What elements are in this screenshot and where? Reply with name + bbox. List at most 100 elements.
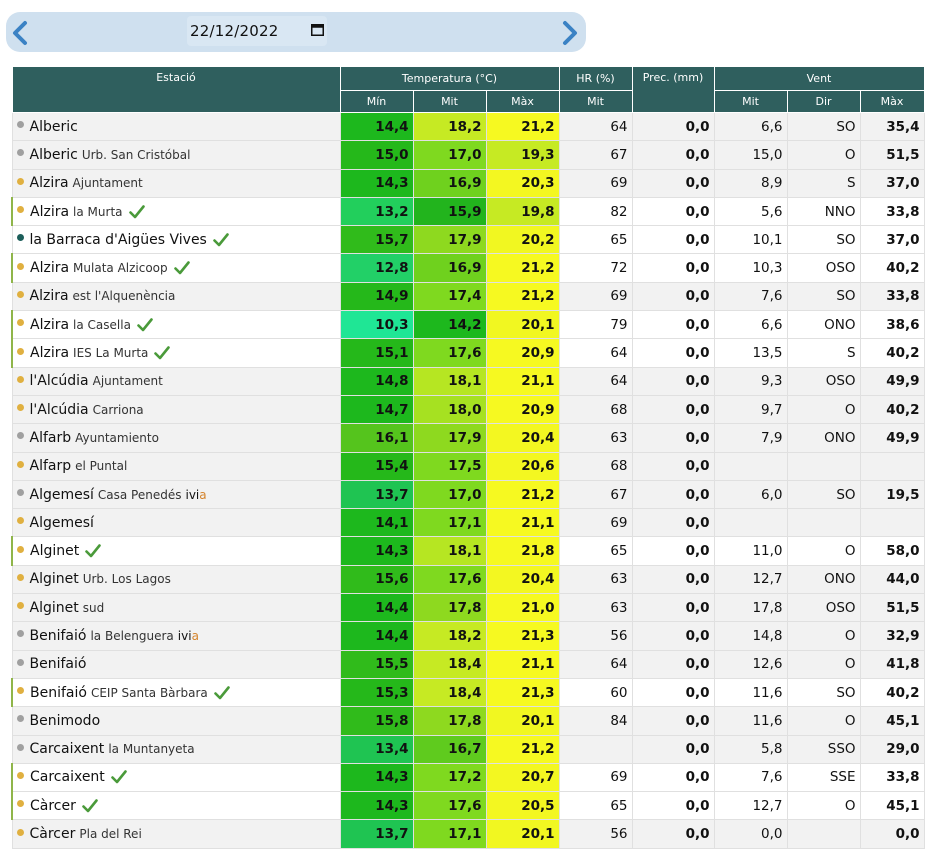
ivia-logo: ivia <box>185 487 207 502</box>
header-hr-mit[interactable]: Mit <box>558 90 633 113</box>
temp-min-cell: 14,8 <box>339 366 414 396</box>
station-cell[interactable]: Alginet Urb. Los Lagos <box>11 564 341 595</box>
station-name[interactable]: Algemesí <box>30 487 94 503</box>
station-cell[interactable]: Algemesí <box>11 508 341 538</box>
station-cell[interactable]: Benimodo <box>11 706 341 736</box>
header-temp-max[interactable]: Màx <box>485 90 560 113</box>
checkmark-icon <box>82 798 98 813</box>
header-temp-mit[interactable]: Mit <box>412 90 487 113</box>
station-name[interactable]: Alberic <box>30 119 78 135</box>
prec-cell: 0,0 <box>631 564 715 595</box>
header-estacio[interactable]: Estació <box>11 66 341 113</box>
station-name[interactable]: Alzira <box>30 288 69 304</box>
station-cell[interactable]: Alzira Mulata Alzicoop <box>11 253 341 283</box>
header-prec[interactable]: Prec. (mm) <box>631 66 715 113</box>
station-sublocation: Carriona <box>92 402 144 417</box>
station-name[interactable]: Benimodo <box>30 713 101 729</box>
date-input[interactable]: 22/12/2022 <box>187 16 327 46</box>
header-temp-min[interactable]: Mín <box>339 90 414 113</box>
station-cell[interactable]: Càrcer Pla del Rei <box>11 819 341 849</box>
chevron-right-icon[interactable] <box>556 20 582 46</box>
station-name[interactable]: Alfarb <box>30 430 72 446</box>
hr-cell: 63 <box>558 423 633 453</box>
station-name[interactable]: Alginet <box>30 600 79 616</box>
station-name[interactable]: Carcaixent <box>30 769 105 785</box>
wind-dir-cell: ONO <box>786 564 861 595</box>
station-cell[interactable]: Càrcer <box>11 791 341 821</box>
station-cell[interactable]: Benifaió la Belenguera ivia <box>11 621 341 651</box>
wind-dir-cell: SO <box>786 677 861 708</box>
status-dot-icon <box>16 630 24 638</box>
station-name[interactable]: Càrcer <box>30 826 76 842</box>
station-name[interactable]: l'Alcúdia <box>30 373 89 389</box>
station-cell[interactable]: l'Alcúdia Ajuntament <box>11 366 341 396</box>
wind-max-cell: 49,9 <box>859 366 925 396</box>
prec-cell: 0,0 <box>631 281 715 312</box>
wind-mit-cell: 12,7 <box>713 564 788 595</box>
table-row: Alginet 14,3 18,1 21,8 65 0,0 11,0 O 58,0 <box>11 536 925 566</box>
station-cell[interactable]: la Barraca d'Aigües Vives <box>11 225 341 255</box>
station-name[interactable]: Algemesí <box>30 515 94 531</box>
station-cell[interactable]: Carcaixent <box>11 762 341 793</box>
wind-mit-cell: 6,6 <box>713 310 788 340</box>
station-cell[interactable]: Algemesí Casa Penedés ivia <box>11 479 341 510</box>
temp-max-cell: 21,0 <box>485 593 560 623</box>
station-name[interactable]: Benifaió <box>30 628 87 644</box>
station-sublocation: Urb. Los Lagos <box>82 572 171 587</box>
station-cell[interactable]: Alberic Urb. San Cristóbal <box>11 140 341 170</box>
station-cell[interactable]: Alginet sud <box>11 593 341 623</box>
station-name[interactable]: Carcaixent <box>30 741 105 757</box>
station-cell[interactable]: Alfarp el Puntal <box>11 451 341 481</box>
station-name[interactable]: l'Alcúdia <box>30 402 89 418</box>
temp-mit-cell: 18,0 <box>412 394 487 425</box>
station-name[interactable]: Alfarp <box>30 458 72 474</box>
header-vent-max[interactable]: Màx <box>859 90 925 113</box>
wind-max-cell: 19,5 <box>859 479 925 510</box>
station-name[interactable]: Alzira <box>30 175 69 191</box>
wind-mit-cell: 13,5 <box>713 338 788 368</box>
temp-mit-cell: 17,6 <box>412 338 487 368</box>
station-cell[interactable]: Alberic <box>11 111 341 142</box>
station-cell[interactable]: Benifaió <box>11 649 341 679</box>
header-vent-mit[interactable]: Mit <box>713 90 788 113</box>
header-vent-dir[interactable]: Dir <box>786 90 861 113</box>
station-cell[interactable]: Carcaixent la Muntanyeta <box>11 734 341 764</box>
station-name[interactable]: Alzira <box>30 260 69 276</box>
station-cell[interactable]: Alzira est l'Alquenència <box>11 281 341 312</box>
station-name[interactable]: la Barraca d'Aigües Vives <box>30 232 207 248</box>
station-cell[interactable]: l'Alcúdia Carriona <box>11 394 341 425</box>
wind-mit-cell: 7,9 <box>713 423 788 453</box>
station-name[interactable]: Benifaió <box>30 656 87 672</box>
station-name[interactable]: Alzira <box>30 345 69 361</box>
temp-max-cell: 20,4 <box>485 564 560 595</box>
station-name[interactable]: Alginet <box>30 571 79 587</box>
station-cell[interactable]: Alzira IES La Murta <box>11 338 341 368</box>
wind-max-cell <box>859 451 925 481</box>
temp-max-cell: 20,6 <box>485 451 560 481</box>
hr-cell: 67 <box>558 479 633 510</box>
prec-cell: 0,0 <box>631 593 715 623</box>
station-name[interactable]: Alginet <box>30 543 79 559</box>
wind-dir-cell: O <box>786 536 861 566</box>
station-cell[interactable]: Benifaió CEIP Santa Bàrbara <box>11 677 341 708</box>
wind-dir-cell: SSO <box>786 734 861 764</box>
station-name[interactable]: Benifaió <box>30 685 87 701</box>
station-cell[interactable]: Alzira la Murta <box>11 196 341 227</box>
chevron-left-icon[interactable] <box>8 20 34 46</box>
station-sublocation: la Belenguera <box>90 628 174 643</box>
station-name[interactable]: Alzira <box>30 317 69 333</box>
prec-cell: 0,0 <box>631 479 715 510</box>
station-cell[interactable]: Alzira la Casella <box>11 310 341 340</box>
station-cell[interactable]: Alzira Ajuntament <box>11 168 341 198</box>
status-dot-icon <box>16 432 24 440</box>
station-name[interactable]: Alzira <box>30 204 69 220</box>
calendar-icon[interactable] <box>311 23 324 36</box>
temp-min-cell: 14,1 <box>339 508 414 538</box>
checkmark-icon <box>173 261 190 275</box>
wind-max-cell <box>859 508 925 538</box>
station-name[interactable]: Alberic <box>30 147 78 163</box>
station-cell[interactable]: Alginet <box>11 536 341 566</box>
station-name[interactable]: Càrcer <box>30 798 76 814</box>
station-cell[interactable]: Alfarb Ayuntamiento <box>11 423 341 453</box>
temp-max-cell: 21,2 <box>485 281 560 312</box>
